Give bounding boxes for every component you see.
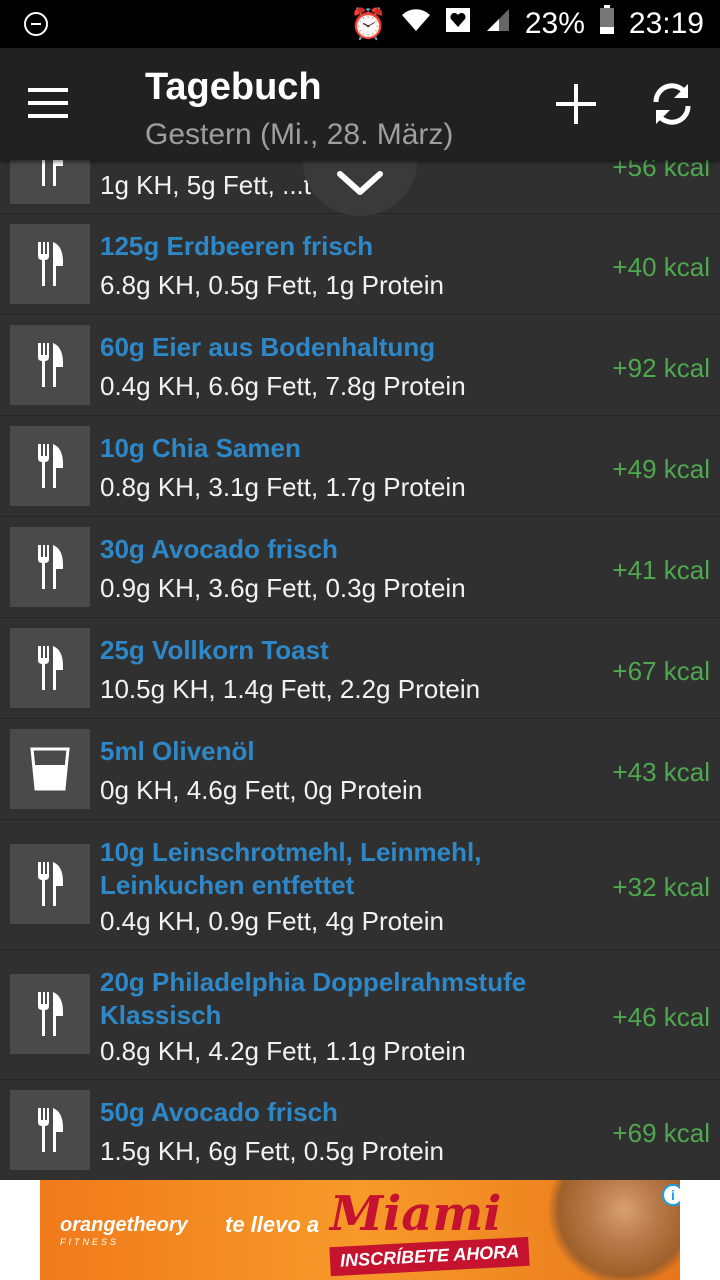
- list-item[interactable]: 25g Vollkorn Toast 10.5g KH, 1.4g Fett, …: [0, 618, 720, 719]
- list-item[interactable]: 10g Chia Samen 0.8g KH, 3.1g Fett, 1.7g …: [0, 416, 720, 517]
- list-item[interactable]: 60g Eier aus Bodenhaltung 0.4g KH, 6.6g …: [0, 315, 720, 416]
- info-icon[interactable]: i: [662, 1184, 680, 1206]
- entry-kcal: +40 kcal: [612, 252, 710, 282]
- list-item[interactable]: 30g Avocado frisch 0.9g KH, 3.6g Fett, 0…: [0, 517, 720, 618]
- entry-macros: 0.8g KH, 4.2g Fett, 1.1g Protein: [100, 1036, 466, 1066]
- clock: 23:19: [628, 7, 704, 40]
- ad-brand-name: orangetheory: [60, 1214, 188, 1236]
- entry-kcal: +43 kcal: [612, 757, 710, 787]
- entry-macros: 0.9g KH, 3.6g Fett, 0.3g Protein: [100, 573, 466, 603]
- page-title: Tagebuch: [145, 66, 322, 108]
- heart-icon: [445, 7, 471, 41]
- cutlery-icon: [10, 325, 90, 405]
- status-bar: ⏰ 23% 23:19: [0, 0, 720, 48]
- wifi-icon: [401, 7, 431, 41]
- ad-brand-sub: FITNESS: [60, 1237, 120, 1247]
- entry-kcal: +41 kcal: [612, 555, 710, 585]
- entry-name: 20g Philadelphia Doppelrahmstufe Klassis…: [100, 967, 527, 1030]
- entry-kcal: +56 kcal: [612, 160, 710, 182]
- entry-name: 50g Avocado frisch: [100, 1097, 338, 1127]
- cutlery-icon: [10, 160, 90, 204]
- entry-macros: 10.5g KH, 1.4g Fett, 2.2g Protein: [100, 674, 481, 704]
- entry-kcal: +92 kcal: [612, 353, 710, 383]
- do-not-disturb-icon: [24, 12, 48, 36]
- entry-macros: 0g KH, 4.6g Fett, 0g Protein: [100, 775, 423, 805]
- entry-macros: 0.8g KH, 3.1g Fett, 1.7g Protein: [100, 472, 466, 502]
- app-bar: Tagebuch Gestern (Mi., 28. März): [0, 48, 720, 160]
- entry-name: 5ml Olivenöl: [100, 736, 255, 766]
- cutlery-icon: [10, 628, 90, 708]
- cutlery-icon: [10, 224, 90, 304]
- food-list[interactable]: 1g KH, 5g Fett, ...tein +56 kcal 125g Er…: [0, 160, 720, 1180]
- ad-banner[interactable]: orangetheory FITNESS te llevo a Miami IN…: [0, 1180, 720, 1280]
- cutlery-icon: [10, 1090, 90, 1170]
- entry-name: 10g Chia Samen: [100, 433, 301, 463]
- entry-name: 30g Avocado frisch: [100, 534, 338, 564]
- list-item[interactable]: 20g Philadelphia Doppelrahmstufe Klassis…: [0, 950, 720, 1080]
- entry-name: 60g Eier aus Bodenhaltung: [100, 332, 436, 362]
- entry-kcal: +32 kcal: [612, 872, 710, 902]
- ad-headline: Miami: [330, 1186, 502, 1242]
- battery-icon: [599, 5, 615, 43]
- glass-icon: [10, 729, 90, 809]
- ad-cta-button[interactable]: INSCRÍBETE AHORA: [329, 1236, 530, 1277]
- entry-macros: 0.4g KH, 6.6g Fett, 7.8g Protein: [100, 371, 466, 401]
- signal-icon: [485, 7, 511, 41]
- entry-name: 10g Leinschrotmehl, Leinmehl, Leinkuchen…: [100, 837, 482, 900]
- entry-macros: 1.5g KH, 6g Fett, 0.5g Protein: [100, 1136, 444, 1166]
- cutlery-icon: [10, 426, 90, 506]
- menu-icon[interactable]: [28, 88, 68, 118]
- battery-percent: 23%: [524, 7, 585, 40]
- entry-kcal: +49 kcal: [612, 454, 710, 484]
- sync-icon[interactable]: [648, 80, 696, 128]
- ad-brand-logo: orangetheory FITNESS: [60, 1214, 188, 1247]
- ad-text: te llevo a: [225, 1212, 320, 1237]
- entry-kcal: +46 kcal: [612, 1002, 710, 1032]
- entry-kcal: +67 kcal: [612, 656, 710, 686]
- date-subtitle[interactable]: Gestern (Mi., 28. März): [145, 118, 453, 152]
- entry-name: 125g Erdbeeren frisch: [100, 231, 374, 261]
- list-item[interactable]: 50g Avocado frisch 1.5g KH, 6g Fett, 0.5…: [0, 1080, 720, 1180]
- add-icon[interactable]: [556, 84, 596, 124]
- cutlery-icon: [10, 844, 90, 924]
- entry-kcal: +69 kcal: [612, 1118, 710, 1148]
- list-item[interactable]: 125g Erdbeeren frisch 6.8g KH, 0.5g Fett…: [0, 214, 720, 315]
- list-item[interactable]: 5ml Olivenöl 0g KH, 4.6g Fett, 0g Protei…: [0, 719, 720, 820]
- ad-creative[interactable]: orangetheory FITNESS te llevo a Miami IN…: [40, 1180, 680, 1280]
- cutlery-icon: [10, 527, 90, 607]
- entry-macros: 0.4g KH, 0.9g Fett, 4g Protein: [100, 906, 444, 936]
- chevron-down-icon: [337, 171, 383, 195]
- alarm-icon: ⏰: [349, 7, 387, 41]
- ad-image: [540, 1180, 680, 1280]
- cutlery-icon: [10, 974, 90, 1054]
- list-item[interactable]: 10g Leinschrotmehl, Leinmehl, Leinkuchen…: [0, 820, 720, 950]
- entry-macros: 6.8g KH, 0.5g Fett, 1g Protein: [100, 270, 444, 300]
- entry-name: 25g Vollkorn Toast: [100, 635, 329, 665]
